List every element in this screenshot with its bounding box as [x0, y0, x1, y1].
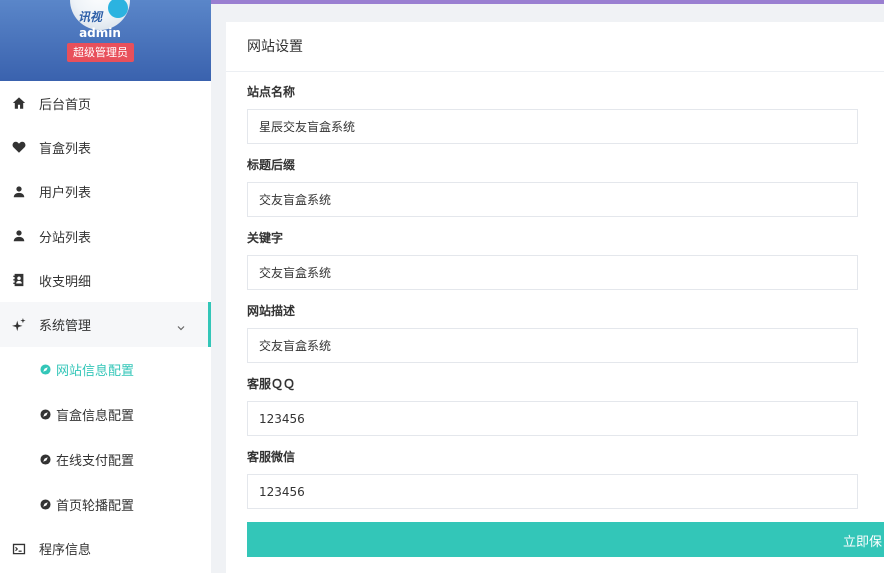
- top-accent-bar: [211, 0, 884, 4]
- sidebar-item-home[interactable]: 后台首页: [0, 81, 211, 125]
- field-service-wechat: 客服微信: [247, 450, 858, 523]
- sidebar-item-label: 程序信息: [39, 543, 92, 559]
- field-site-name: 站点名称: [247, 85, 858, 158]
- sidebar-item-system-management[interactable]: 系统管理: [0, 302, 211, 348]
- submenu-item-label: 网站信息配置: [56, 363, 135, 379]
- compass-icon: [40, 409, 51, 420]
- username: admin: [79, 26, 121, 40]
- sidebar-item-substation-list[interactable]: 分站列表: [0, 214, 211, 258]
- sidebar-item-label: 盲盒列表: [39, 141, 92, 157]
- sidebar-item-user-list[interactable]: 用户列表: [0, 170, 211, 214]
- home-icon: [12, 96, 26, 110]
- user-icon: [12, 185, 26, 199]
- submenu-item-blindbox-config[interactable]: 盲盒信息配置: [0, 392, 211, 437]
- sidebar-item-label: 用户列表: [39, 186, 92, 202]
- submenu-item-label: 首页轮播配置: [56, 498, 135, 514]
- sidebar-item-blindbox-list[interactable]: 盲盒列表: [0, 125, 211, 169]
- sidebar-item-label: 系统管理: [39, 319, 92, 335]
- logo-swoosh-icon: [108, 0, 128, 18]
- field-label: 标题后缀: [247, 158, 296, 172]
- description-input[interactable]: [247, 328, 858, 363]
- field-service-qq: 客服ＱＱ: [247, 377, 858, 450]
- submenu-item-site-config[interactable]: 网站信息配置: [0, 347, 211, 392]
- submenu-item-label: 在线支付配置: [56, 453, 135, 469]
- save-button[interactable]: 立即保: [247, 522, 884, 557]
- field-label: 站点名称: [247, 85, 296, 99]
- field-keywords: 关键字: [247, 231, 858, 304]
- compass-icon: [40, 499, 51, 510]
- terminal-icon: [12, 542, 26, 556]
- chevron-down-icon: [177, 321, 185, 330]
- site-settings-form: 站点名称 标题后缀 关键字 网站描述 客服ＱＱ 客服微信: [247, 85, 858, 523]
- submenu-item-carousel-config[interactable]: 首页轮播配置: [0, 482, 211, 527]
- site-name-input[interactable]: [247, 109, 858, 144]
- field-description: 网站描述: [247, 304, 858, 377]
- sidebar: 讯视 admin 超级管理员 后台首页 盲盒列表 用户列表 分站列表 收支明细 …: [0, 0, 211, 573]
- field-label: 客服微信: [247, 450, 296, 464]
- field-label: 客服ＱＱ: [247, 377, 296, 391]
- field-label: 关键字: [247, 231, 284, 245]
- keywords-input[interactable]: [247, 255, 858, 290]
- compass-icon: [40, 454, 51, 465]
- field-label: 网站描述: [247, 304, 296, 318]
- service-wechat-input[interactable]: [247, 474, 858, 509]
- submenu-item-label: 盲盒信息配置: [56, 408, 135, 424]
- compass-icon: [40, 364, 51, 375]
- save-button-label: 立即保: [843, 535, 883, 550]
- sidebar-item-transactions[interactable]: 收支明细: [0, 258, 211, 302]
- sparkle-icon: [12, 317, 26, 332]
- sidebar-menu: 后台首页 盲盒列表 用户列表 分站列表 收支明细 系统管理 网站信息配置 盲盒信…: [0, 81, 211, 571]
- field-title-suffix: 标题后缀: [247, 158, 858, 231]
- role-badge: 超级管理员: [67, 43, 134, 62]
- contact-book-icon: [12, 273, 26, 287]
- avatar-logo-text: 讯视: [78, 10, 103, 24]
- sidebar-item-label: 后台首页: [39, 97, 92, 113]
- service-qq-input[interactable]: [247, 401, 858, 436]
- panel-title: 网站设置: [226, 22, 884, 72]
- submenu-item-payment-config[interactable]: 在线支付配置: [0, 437, 211, 482]
- sidebar-item-label: 收支明细: [39, 274, 92, 290]
- sidebar-item-program-info[interactable]: 程序信息: [0, 527, 211, 571]
- site-settings-panel: 网站设置 站点名称 标题后缀 关键字 网站描述 客服ＱＱ 客服微信 立即保: [226, 22, 884, 573]
- heart-icon: [12, 140, 26, 154]
- sidebar-item-label: 分站列表: [39, 230, 92, 246]
- user-icon: [12, 229, 26, 243]
- title-suffix-input[interactable]: [247, 182, 858, 217]
- profile-card: 讯视 admin 超级管理员: [0, 0, 211, 81]
